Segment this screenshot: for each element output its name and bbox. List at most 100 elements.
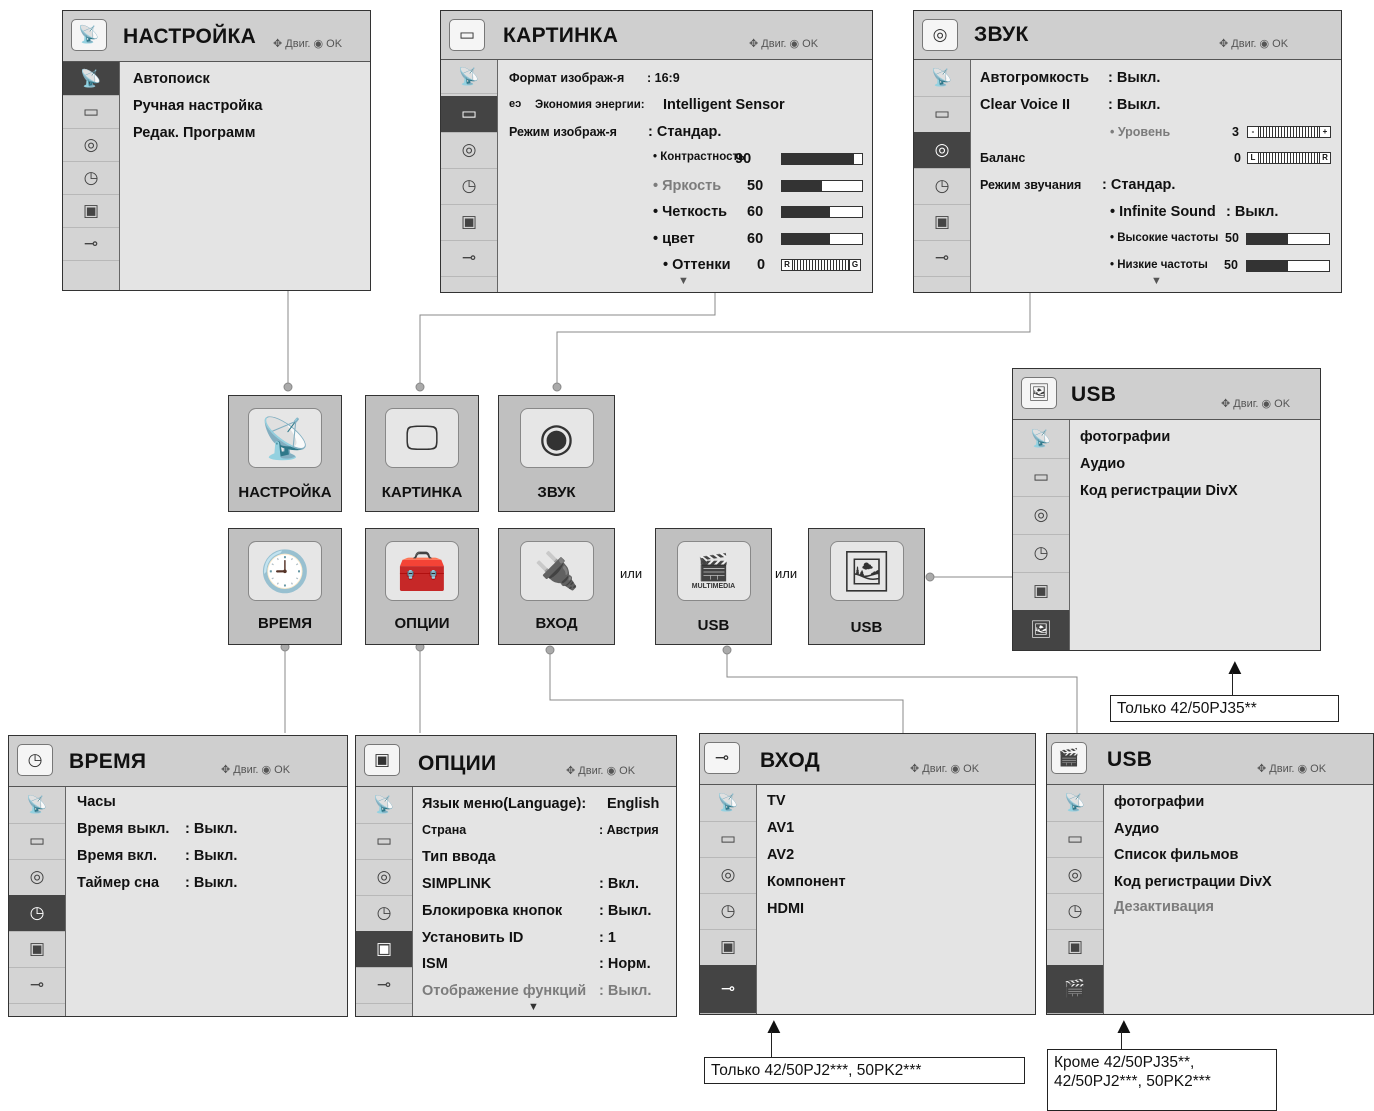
time-row-label[interactable]: Время выкл. (77, 821, 169, 837)
treble-bar[interactable] (1246, 233, 1330, 245)
speaker-icon[interactable]: ◎ (441, 132, 497, 169)
option-row-label[interactable]: Отображение функций (422, 983, 586, 999)
option-row-label[interactable]: Язык меню(Language): (422, 796, 586, 812)
tv-icon[interactable]: ▭ (9, 823, 65, 860)
toolbox-icon[interactable]: ▣ (1013, 572, 1069, 611)
plug-icon[interactable]: ⊸ (63, 227, 119, 261)
picture-level-label[interactable]: • цвет (653, 231, 695, 247)
picture-tile[interactable]: 🖵 КАРТИНКА (365, 395, 479, 512)
usb-multimedia-icon[interactable]: 🎬 (1047, 965, 1103, 1014)
speaker-icon[interactable]: ◎ (1013, 496, 1069, 535)
satellite-icon[interactable]: 📡 (1047, 785, 1103, 822)
input-source-item[interactable]: TV (767, 793, 786, 809)
usb-deactivation-item[interactable]: Дезактивация (1114, 899, 1214, 915)
toolbox-icon[interactable]: ▣ (441, 204, 497, 241)
plug-icon[interactable]: ⊸ (914, 240, 970, 277)
tint-scale[interactable]: R G (781, 259, 861, 271)
option-row-label[interactable]: Блокировка кнопок (422, 903, 562, 919)
speaker-icon[interactable]: ◎ (700, 857, 756, 894)
satellite-icon[interactable]: 📡 (914, 60, 970, 97)
satellite-icon[interactable]: 📡 (63, 62, 119, 96)
tint-label[interactable]: • Оттенки (663, 257, 731, 273)
avl-label[interactable]: Автогромкость (980, 70, 1089, 86)
usb-top-item[interactable]: Код регистрации DivX (1080, 483, 1238, 499)
plug-icon[interactable]: ⊸ (356, 967, 412, 1004)
scroll-down-icon[interactable]: ▼ (528, 1001, 539, 1013)
option-row-label[interactable]: ISM (422, 956, 448, 972)
toolbox-icon[interactable]: ▣ (63, 194, 119, 228)
scroll-down-icon[interactable]: ▼ (1151, 275, 1162, 287)
clock-icon[interactable]: ◷ (9, 895, 65, 932)
tv-icon[interactable]: ▭ (63, 95, 119, 129)
usb-bottom-item[interactable]: Аудио (1114, 821, 1159, 837)
usb-bottom-item[interactable]: Код регистрации DivX (1114, 874, 1272, 890)
picture-mode-label[interactable]: Режим изображ-я (509, 125, 617, 139)
cv-level-label[interactable]: • Уровень (1110, 125, 1170, 139)
satellite-icon[interactable]: 📡 (1013, 420, 1069, 459)
picture-level-bar[interactable] (781, 206, 863, 218)
toolbox-icon[interactable]: ▣ (356, 931, 412, 968)
option-row-label[interactable]: SIMPLINK (422, 876, 491, 892)
plug-icon[interactable]: ⊸ (700, 965, 756, 1014)
speaker-icon[interactable]: ◎ (63, 128, 119, 162)
input-source-item[interactable]: Компонент (767, 874, 846, 890)
time-row-label[interactable]: Время вкл. (77, 848, 157, 864)
usb-multimedia-tile[interactable]: 🎬 MULTIMEDIA USB (655, 528, 772, 645)
scroll-down-icon[interactable]: ▼ (678, 275, 689, 287)
input-source-item[interactable]: AV1 (767, 820, 794, 836)
satellite-icon[interactable]: 📡 (441, 60, 497, 94)
picture-level-label[interactable]: • Контрастность (653, 151, 745, 163)
usb-photo-tile[interactable]: 🖼 USB (808, 528, 925, 645)
picture-level-bar[interactable] (781, 153, 863, 165)
clear-voice-label[interactable]: Clear Voice II (980, 97, 1070, 113)
sound-tile[interactable]: ◉ ЗВУК (498, 395, 615, 512)
usb-photo-icon[interactable]: 🖼 (1013, 610, 1069, 650)
tv-icon[interactable]: ▭ (700, 821, 756, 858)
satellite-icon[interactable]: 📡 (9, 787, 65, 824)
picture-format-label[interactable]: Формат изображ-я (509, 71, 624, 85)
treble-label[interactable]: • Высокие частоты (1110, 232, 1218, 244)
clock-icon[interactable]: ◷ (700, 893, 756, 930)
toolbox-icon[interactable]: ▣ (1047, 929, 1103, 966)
speaker-icon[interactable]: ◎ (1047, 857, 1103, 894)
usb-bottom-item[interactable]: Список фильмов (1114, 847, 1238, 863)
plug-icon[interactable]: ⊸ (441, 240, 497, 277)
usb-top-item[interactable]: Аудио (1080, 456, 1125, 472)
tv-icon[interactable]: ▭ (1047, 821, 1103, 858)
picture-level-bar[interactable] (781, 232, 863, 245)
time-tile[interactable]: 🕘 ВРЕМЯ (228, 528, 342, 645)
energy-saving-label[interactable]: Экономия энергии: (535, 99, 645, 111)
satellite-icon[interactable]: 📡 (356, 787, 412, 824)
picture-level-bar[interactable] (781, 179, 863, 192)
plug-icon[interactable]: ⊸ (9, 967, 65, 1004)
toolbox-icon[interactable]: ▣ (700, 929, 756, 966)
clock-icon[interactable]: ◷ (441, 168, 497, 205)
speaker-icon[interactable]: ◎ (914, 132, 970, 169)
speaker-icon[interactable]: ◎ (9, 859, 65, 896)
time-row-label[interactable]: Часы (77, 794, 116, 810)
time-row-label[interactable]: Таймер сна (77, 875, 159, 891)
usb-top-item[interactable]: фотографии (1080, 429, 1170, 445)
balance-label[interactable]: Баланс (980, 151, 1025, 165)
tv-icon[interactable]: ▭ (1013, 458, 1069, 497)
clock-icon[interactable]: ◷ (1013, 534, 1069, 573)
option-row-label[interactable]: Страна (422, 823, 466, 837)
bass-label[interactable]: • Низкие частоты (1110, 259, 1208, 271)
setup-item[interactable]: Автопоиск (133, 71, 210, 87)
speaker-icon[interactable]: ◎ (356, 859, 412, 896)
picture-level-label[interactable]: • Яркость (653, 178, 721, 194)
clock-icon[interactable]: ◷ (356, 895, 412, 932)
clock-icon[interactable]: ◷ (63, 161, 119, 195)
option-tile[interactable]: 🧰 ОПЦИИ (365, 528, 479, 645)
usb-bottom-item[interactable]: фотографии (1114, 794, 1204, 810)
input-source-item[interactable]: HDMI (767, 901, 804, 917)
balance-scale[interactable]: L R (1247, 152, 1331, 164)
tv-icon[interactable]: ▭ (441, 96, 497, 133)
satellite-icon[interactable]: 📡 (700, 785, 756, 822)
bass-bar[interactable] (1246, 260, 1330, 272)
tv-icon[interactable]: ▭ (914, 96, 970, 133)
option-row-label[interactable]: Установить ID (422, 930, 523, 946)
picture-level-label[interactable]: • Четкость (653, 204, 727, 220)
toolbox-icon[interactable]: ▣ (9, 931, 65, 968)
clock-icon[interactable]: ◷ (914, 168, 970, 205)
